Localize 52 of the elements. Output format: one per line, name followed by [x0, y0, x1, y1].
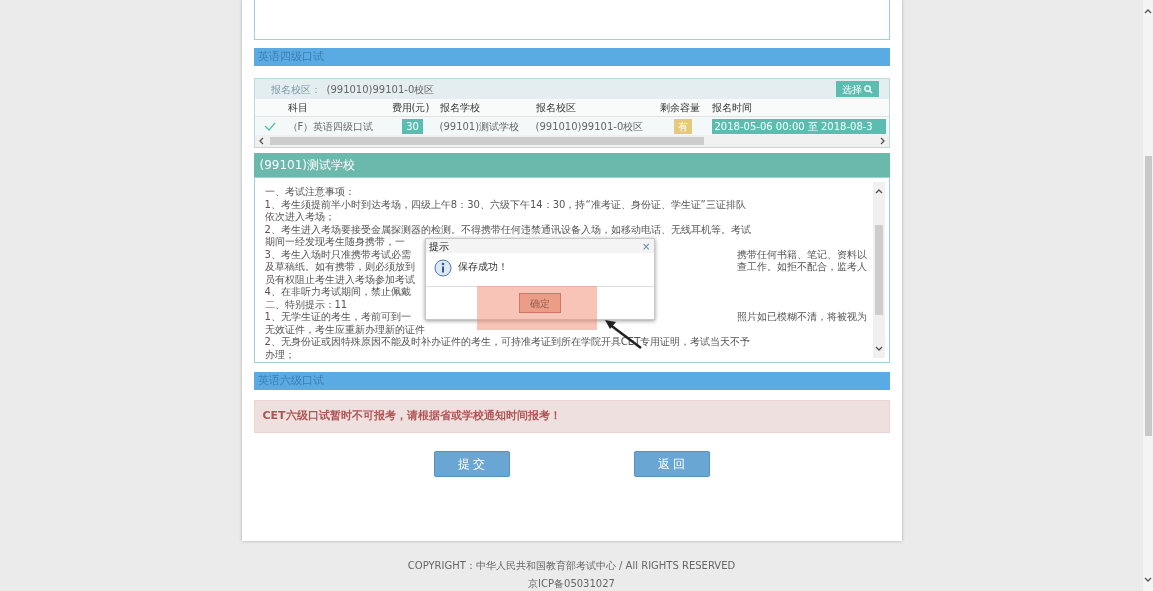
notice-text: 期间一经发现考生随身携带，一: [264, 236, 405, 249]
footer-text: COPYRIGHT：中华人民共和国教育部考试中心 / All RIGHTS RESERVED: [407, 559, 736, 573]
page-scrollbar[interactable]: [1143, 0, 1153, 591]
column-header: 科目: [286, 101, 309, 115]
close-button[interactable]: ×: [642, 238, 651, 254]
chevron-left-icon[interactable]: [257, 137, 266, 145]
notice-text: 3、考生入场时只准携带考试必需: [264, 248, 411, 261]
ok-button[interactable]: 确定: [518, 293, 561, 313]
table-cell-text: （F）英语四级口试: [286, 119, 375, 134]
chevron-down-icon[interactable]: [874, 344, 883, 352]
notice-text: 办理；: [264, 348, 295, 361]
notice-text: 无效证件，考生应重新办理新的证件: [264, 323, 425, 336]
notice-text: 1、无学生证的考生，考前可到一: [264, 311, 411, 324]
fee-badge: 30: [402, 118, 423, 134]
notice-text: 携带任何书籍、笔记、资料以: [736, 248, 867, 261]
chevron-down-icon[interactable]: [1144, 575, 1152, 583]
column-header: 报名校区: [534, 101, 577, 115]
campus-value: (991010)99101-0校区: [326, 82, 436, 97]
chevron-up-icon[interactable]: [1144, 8, 1152, 16]
table-cell-text: (991010)99101-0校区: [534, 119, 645, 134]
notice-text: 及草稿纸。如有携带，则必须放到: [264, 261, 415, 274]
notice-text: 员有权阻止考生进入考场参加考试: [264, 273, 415, 286]
dialog-message: 保存成功！: [457, 260, 508, 274]
notice-text: 照片如已模糊不清，将被视为: [736, 311, 867, 324]
form-button[interactable]: 提 交: [433, 451, 510, 477]
form-button[interactable]: 返 回: [633, 451, 710, 477]
vertical-scrollbar[interactable]: [872, 182, 885, 358]
notice-text: 4、在非听力考试期间，禁止佩戴: [264, 286, 411, 299]
footer-text: 京ICP备05031027: [528, 577, 615, 591]
capacity-badge: 有: [673, 118, 692, 134]
info-icon: [433, 259, 452, 279]
column-header: 剩余容量: [658, 101, 701, 115]
alert-banner: CET六级口试暂时不可报考，请根据省或学校通知时间报考！: [253, 400, 890, 433]
search-icon: [863, 84, 873, 94]
notice-text: 2、考生进入考场要接受金属探测器的检测。不得携带任何违禁通讯设备入场，如移动电话、无线耳机等。考试: [264, 223, 751, 236]
notice-text: 查工作。如拒不配合，监考人: [736, 261, 867, 274]
notice-text: 二、特别提示：11: [264, 298, 348, 311]
column-header: 费用(元): [390, 101, 431, 115]
column-header: 报名学校: [438, 101, 481, 115]
table-row[interactable]: （F）英语四级口试 30 (99101)测试学校 (991010)99101-0校区 有 2018-05-06 00:00 至 2018-08-3: [254, 117, 889, 135]
chevron-up-icon[interactable]: [874, 188, 883, 196]
notice-text: 依次进入考场；: [264, 211, 335, 224]
column-header: 报名时间: [710, 101, 753, 115]
notice-text: 一、考试注意事项：: [264, 186, 355, 199]
table-cell-text: (99101)测试学校: [438, 119, 521, 134]
school-header: (99101)测试学校: [253, 153, 890, 177]
dialog-title: 提示: [428, 239, 449, 254]
notice-text: 1、考生须提前半小时到达考场，四级上午8：30、六级下午14：30，持“准考证、身份证、学生证”三证排队: [264, 198, 746, 211]
choose-button[interactable]: 选择: [835, 81, 879, 97]
horizontal-scrollbar[interactable]: [254, 135, 889, 147]
campus-label: 报名校区：: [270, 82, 321, 97]
date-badge: 2018-05-06 00:00 至 2018-08-3: [711, 118, 886, 134]
